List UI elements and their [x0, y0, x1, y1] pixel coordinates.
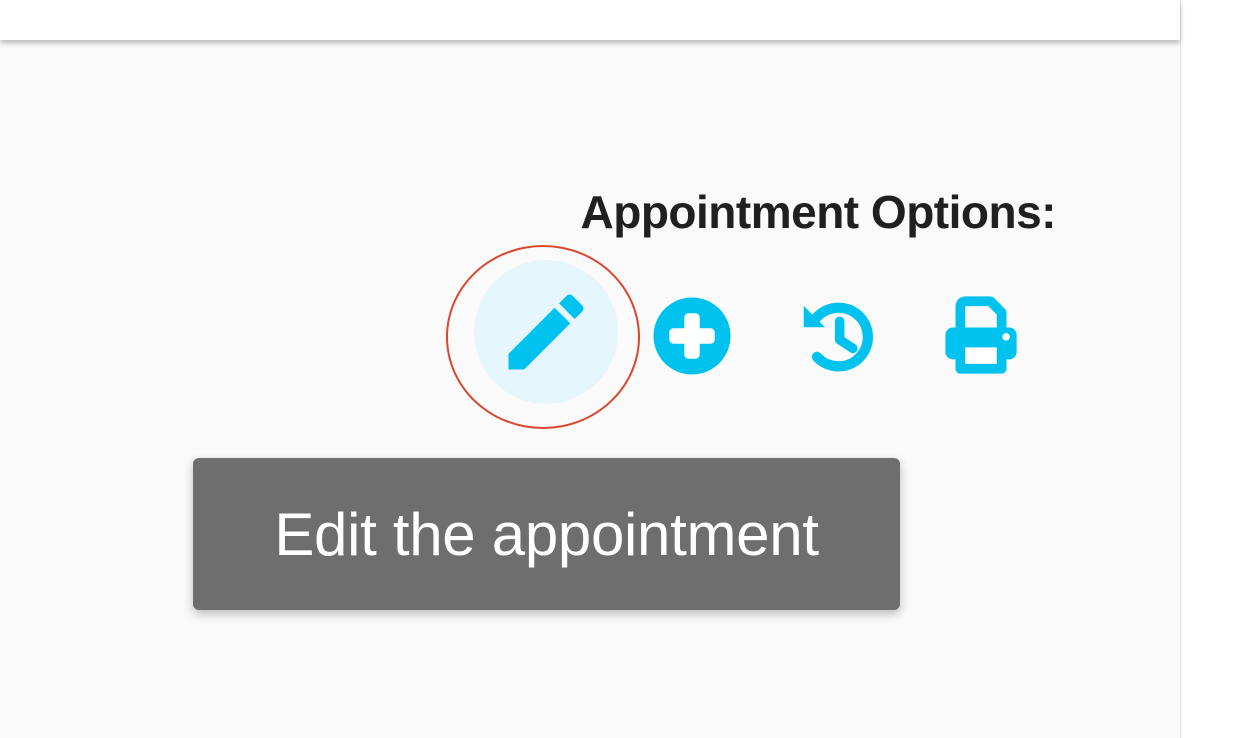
printer-icon — [945, 296, 1017, 374]
plus-circle-icon — [653, 297, 731, 375]
top-bar — [0, 0, 1180, 40]
appointment-options-heading: Appointment Options: — [580, 186, 1057, 238]
edit-tooltip: Edit the appointment — [193, 458, 900, 610]
side-gutter — [1180, 0, 1254, 738]
edit-appointment-button[interactable] — [474, 260, 618, 404]
tooltip-text: Edit the appointment — [274, 500, 819, 568]
pencil-icon — [508, 294, 584, 370]
history-icon — [803, 302, 873, 372]
content-area — [0, 42, 1180, 738]
add-appointment-button[interactable] — [648, 292, 736, 380]
print-appointment-button[interactable] — [934, 288, 1028, 382]
appointment-history-button[interactable] — [790, 290, 882, 382]
app-viewport: Appointment Options: Edit the appointmen… — [0, 0, 1254, 738]
